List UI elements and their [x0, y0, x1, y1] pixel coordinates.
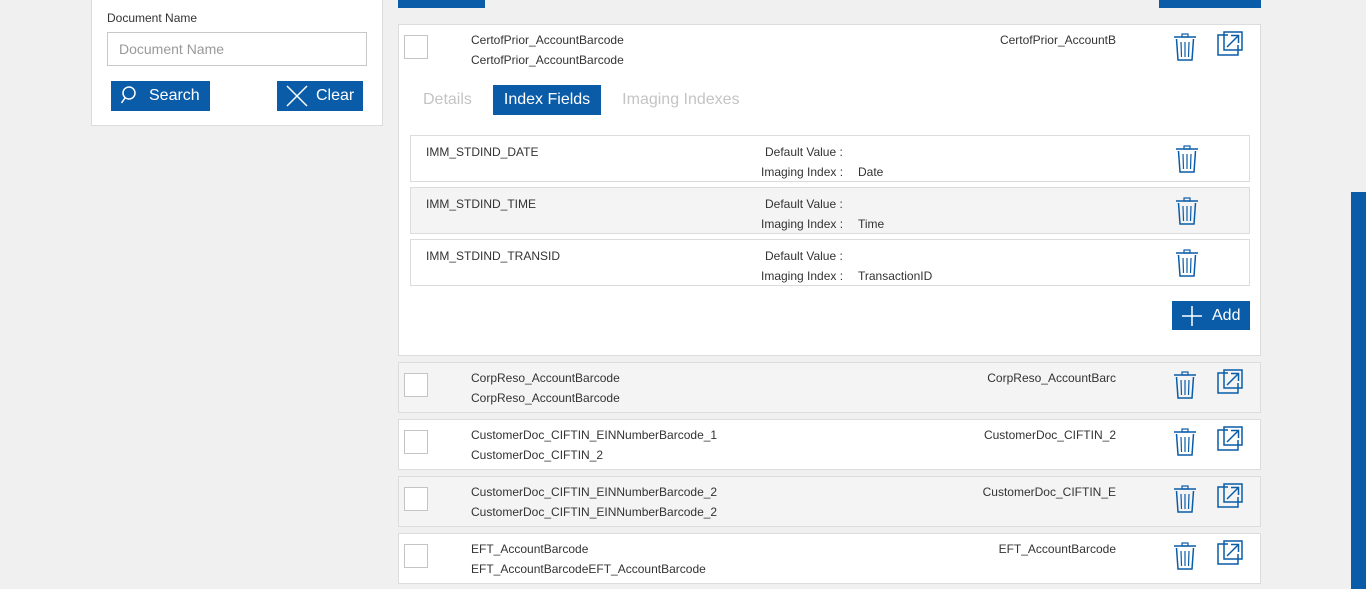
add-index-field-button[interactable]: Add: [1172, 301, 1250, 330]
index-field-name: IMM_STDIND_TIME: [426, 197, 537, 211]
imaging-index-value: Time: [858, 217, 885, 231]
trash-icon[interactable]: [1175, 249, 1199, 277]
index-field-row: IMM_STDIND_DATE Default Value : Imaging …: [410, 135, 1250, 182]
imaging-index-label: Imaging Index :: [761, 165, 844, 179]
open-external-icon[interactable]: [1216, 540, 1244, 566]
open-external-icon[interactable]: [1216, 426, 1244, 452]
add-button-label: Add: [1212, 306, 1241, 324]
document-card: CorpReso_AccountBarcode CorpReso_Account…: [398, 362, 1261, 413]
document-name: CustomerDoc_CIFTIN_EINNumberBarcode_1: [471, 428, 718, 442]
imaging-index-label: Imaging Index :: [761, 269, 844, 283]
document-checkbox[interactable]: [404, 544, 428, 568]
index-field-name: IMM_STDIND_DATE: [426, 145, 539, 159]
trash-icon[interactable]: [1173, 371, 1197, 399]
document-card: EFT_AccountBarcode EFT_AccountBarcodeEFT…: [398, 533, 1261, 584]
tab-index-fields[interactable]: Index Fields: [492, 85, 602, 115]
document-code: CorpReso_AccountBarc: [987, 371, 1116, 385]
close-icon: [286, 85, 308, 107]
index-field-row: IMM_STDIND_TIME Default Value : Imaging …: [410, 187, 1250, 234]
imaging-index-value: TransactionID: [858, 269, 933, 283]
document-card: CustomerDoc_CIFTIN_EINNumberBarcode_2 Cu…: [398, 476, 1261, 527]
top-action-button-left[interactable]: [398, 0, 485, 8]
default-value-label: Default Value :: [765, 145, 843, 159]
tab-imaging-indexes[interactable]: Imaging Indexes: [611, 85, 750, 115]
tab-details[interactable]: Details: [423, 85, 483, 115]
document-name: EFT_AccountBarcode: [471, 542, 589, 556]
trash-icon[interactable]: [1173, 428, 1197, 456]
document-description: CertofPrior_AccountBarcode: [471, 53, 624, 67]
document-description: CorpReso_AccountBarcode: [471, 391, 620, 405]
document-card-expanded: CertofPrior_AccountBarcode CertofPrior_A…: [398, 24, 1261, 356]
document-name: CustomerDoc_CIFTIN_EINNumberBarcode_2: [471, 485, 718, 499]
document-description: EFT_AccountBarcodeEFT_AccountBarcode: [471, 562, 706, 576]
document-code: CustomerDoc_CIFTIN_E: [982, 485, 1116, 499]
trash-icon[interactable]: [1175, 197, 1199, 225]
default-value-label: Default Value :: [765, 249, 843, 263]
index-field-name: IMM_STDIND_TRANSID: [426, 249, 561, 263]
index-field-row: IMM_STDIND_TRANSID Default Value : Imagi…: [410, 239, 1250, 286]
document-name: CorpReso_AccountBarcode: [471, 371, 620, 385]
document-tabs: Details Index Fields Imaging Indexes: [423, 85, 761, 115]
document-checkbox[interactable]: [404, 35, 428, 59]
trash-icon[interactable]: [1173, 485, 1197, 513]
trash-icon[interactable]: [1173, 542, 1197, 570]
document-checkbox[interactable]: [404, 373, 428, 397]
open-external-icon[interactable]: [1216, 31, 1244, 57]
trash-icon[interactable]: [1175, 145, 1199, 173]
document-name-label: Document Name: [107, 11, 198, 25]
document-card: CustomerDoc_CIFTIN_EINNumberBarcode_1 Cu…: [398, 419, 1261, 470]
document-code: EFT_AccountBarcode: [998, 542, 1116, 556]
imaging-index-value: Date: [858, 165, 884, 179]
plus-icon: [1182, 305, 1202, 326]
scrollbar[interactable]: [1351, 192, 1366, 589]
search-icon: [121, 86, 136, 104]
document-description: CustomerDoc_CIFTIN_2: [471, 448, 604, 462]
document-name-input[interactable]: [107, 32, 367, 66]
search-button-label: Search: [149, 87, 200, 104]
document-name: CertofPrior_AccountBarcode: [471, 33, 624, 47]
clear-button[interactable]: Clear: [277, 81, 363, 111]
trash-icon[interactable]: [1173, 33, 1197, 61]
document-code: CertofPrior_AccountB: [999, 33, 1116, 47]
document-code: CustomerDoc_CIFTIN_2: [983, 428, 1116, 442]
default-value-label: Default Value :: [765, 197, 843, 211]
search-button[interactable]: Search: [111, 81, 210, 111]
document-checkbox[interactable]: [404, 487, 428, 511]
sort-by-button[interactable]: [1159, 0, 1261, 8]
imaging-index-label: Imaging Index :: [761, 217, 844, 231]
search-panel: Document Name Search Clear: [91, 0, 383, 126]
clear-button-label: Clear: [316, 87, 355, 104]
document-checkbox[interactable]: [404, 430, 428, 454]
open-external-icon[interactable]: [1216, 483, 1244, 509]
document-description: CustomerDoc_CIFTIN_EINNumberBarcode_2: [471, 505, 718, 519]
open-external-icon[interactable]: [1216, 369, 1244, 395]
